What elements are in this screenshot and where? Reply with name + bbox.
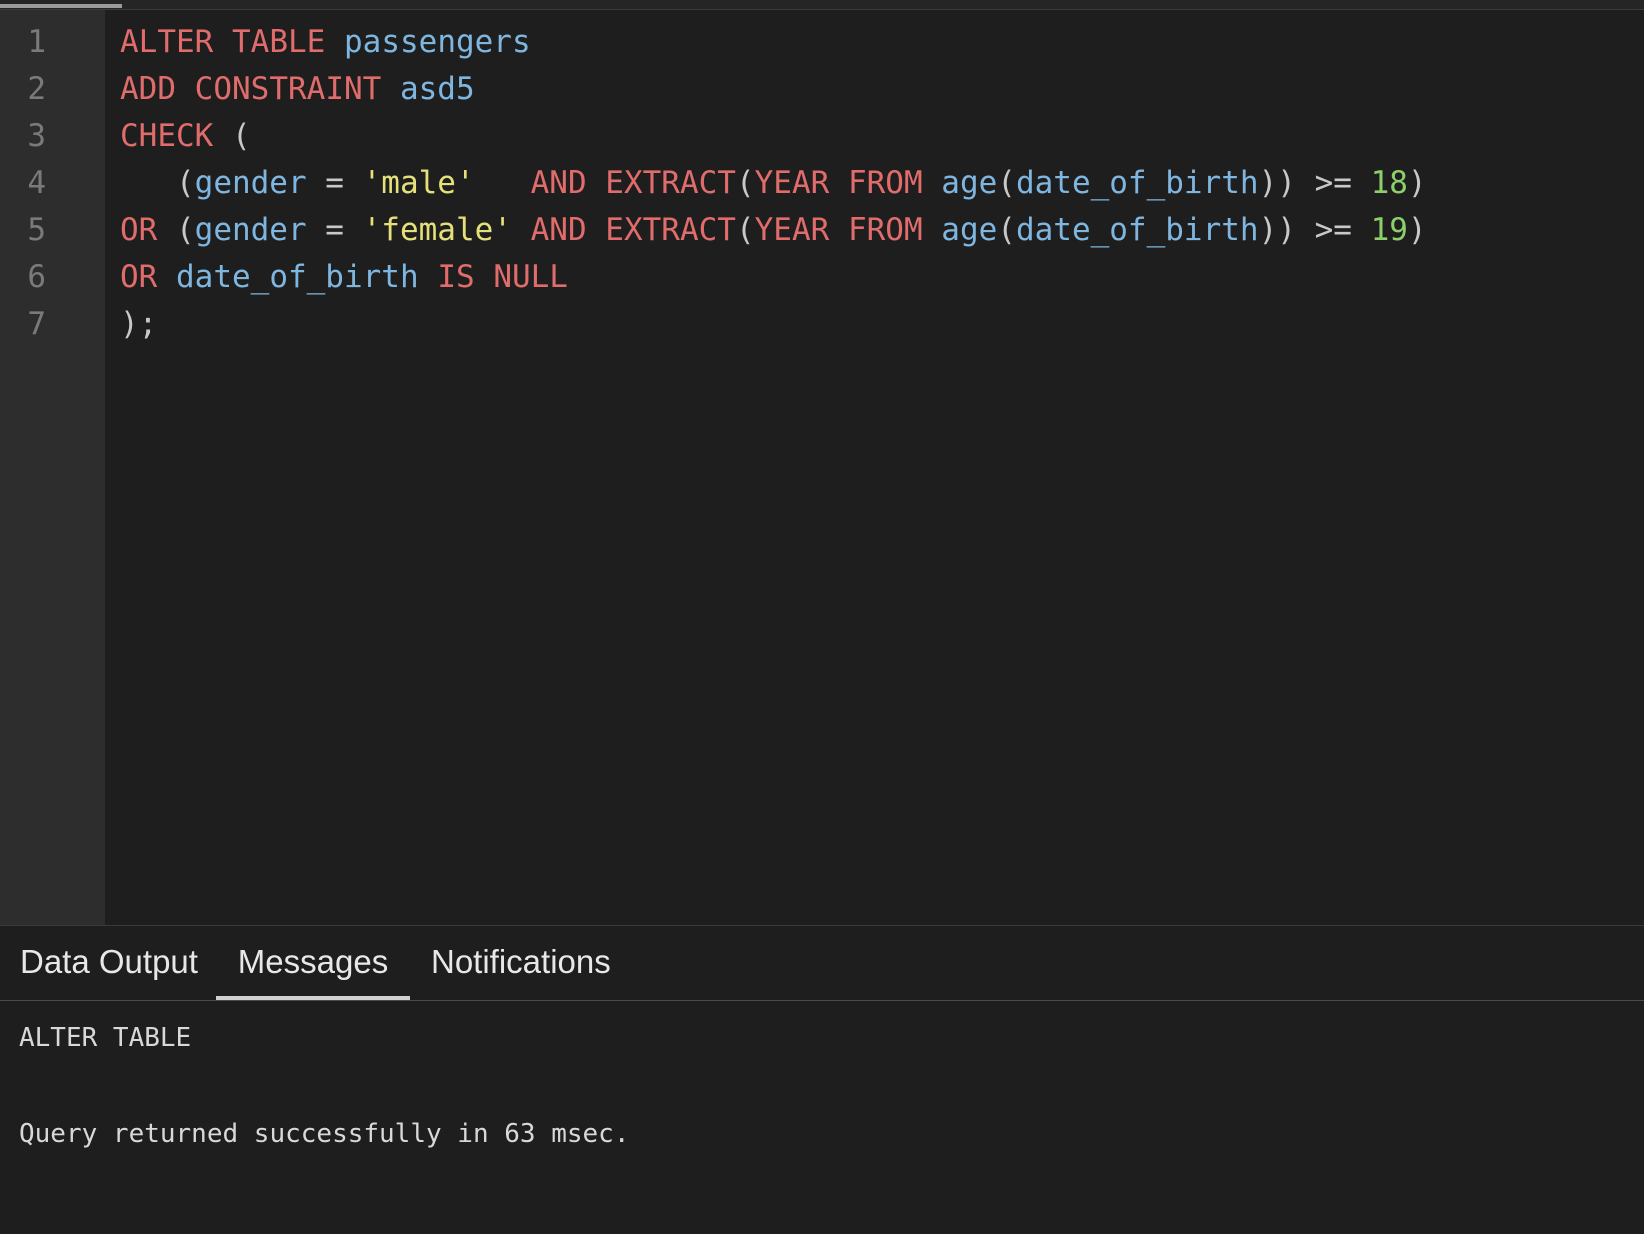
sql-identifier: age bbox=[941, 212, 998, 248]
sql-punctuation bbox=[923, 165, 942, 201]
active-editor-tab-indicator[interactable] bbox=[0, 4, 122, 8]
code-line[interactable]: ADD CONSTRAINT asd5 bbox=[120, 66, 475, 113]
sql-keyword: ALTER bbox=[120, 24, 214, 60]
sql-identifier: gender bbox=[194, 165, 307, 201]
sql-punctuation bbox=[419, 259, 438, 295]
sql-punctuation bbox=[923, 212, 942, 248]
line-number: 5 bbox=[27, 212, 46, 248]
sql-identifier: gender bbox=[194, 212, 307, 248]
messages-panel: ALTER TABLE Query returned successfully … bbox=[0, 1001, 1644, 1234]
message-status: Query returned successfully in 63 msec. bbox=[19, 1119, 630, 1149]
sql-identifier: age bbox=[941, 165, 998, 201]
sql-punctuation: = bbox=[306, 212, 363, 248]
sql-punctuation: ); bbox=[120, 306, 158, 342]
sql-keyword: YEAR bbox=[754, 165, 830, 201]
sql-keyword: CONSTRAINT bbox=[194, 71, 382, 107]
line-number: 6 bbox=[27, 259, 46, 295]
line-number-gutter: 1 2 3 4 5 6 7 bbox=[0, 10, 105, 925]
message-command: ALTER TABLE bbox=[19, 1023, 192, 1053]
code-line[interactable]: OR date_of_birth IS NULL bbox=[120, 254, 568, 301]
tab-messages[interactable]: Messages bbox=[216, 926, 410, 1000]
line-number: 3 bbox=[27, 118, 46, 154]
sql-keyword: AND bbox=[530, 165, 587, 201]
line-number: 4 bbox=[27, 165, 46, 201]
sql-keyword: OR bbox=[120, 212, 158, 248]
sql-keyword: CHECK bbox=[120, 118, 214, 154]
sql-keyword: EXTRACT bbox=[605, 165, 736, 201]
sql-punctuation: ( bbox=[157, 212, 195, 248]
sql-keyword: TABLE bbox=[232, 24, 326, 60]
sql-editor[interactable]: 1 2 3 4 5 6 7 ALTER TABLE passengers ADD… bbox=[0, 10, 1644, 925]
sql-punctuation bbox=[475, 165, 531, 201]
sql-punctuation bbox=[325, 24, 344, 60]
sql-punctuation bbox=[512, 212, 531, 248]
sql-keyword: IS bbox=[437, 259, 475, 295]
sql-punctuation: ( bbox=[735, 165, 755, 201]
sql-punctuation: ( bbox=[120, 165, 195, 201]
sql-punctuation: ( bbox=[735, 212, 755, 248]
sql-punctuation bbox=[381, 71, 400, 107]
code-line[interactable]: ALTER TABLE passengers bbox=[120, 19, 531, 66]
sql-keyword: ADD bbox=[120, 71, 176, 107]
line-number: 1 bbox=[27, 24, 46, 60]
sql-punctuation: ) bbox=[1407, 165, 1427, 201]
sql-punctuation bbox=[587, 212, 606, 248]
sql-keyword: NULL bbox=[493, 259, 568, 295]
output-tab-bar: Data Output Messages Notifications bbox=[0, 925, 1644, 1001]
sql-punctuation: )) >= bbox=[1258, 212, 1371, 248]
sql-punctuation bbox=[213, 24, 232, 60]
code-line[interactable]: CHECK ( bbox=[120, 113, 251, 160]
line-number: 2 bbox=[27, 71, 46, 107]
sql-keyword: OR bbox=[120, 259, 158, 295]
sql-keyword: EXTRACT bbox=[605, 212, 736, 248]
sql-identifier: date_of_birth bbox=[176, 259, 419, 295]
tab-notifications[interactable]: Notifications bbox=[411, 926, 631, 1000]
sql-punctuation: )) >= bbox=[1258, 165, 1371, 201]
sql-punctuation: ( bbox=[997, 165, 1016, 201]
sql-keyword: FROM bbox=[847, 212, 923, 248]
sql-string: 'female' bbox=[362, 212, 512, 248]
sql-punctuation bbox=[176, 71, 195, 107]
sql-number: 19 bbox=[1370, 212, 1408, 248]
sql-keyword: AND bbox=[530, 212, 587, 248]
code-line[interactable]: (gender = 'male' AND EXTRACT(YEAR FROM a… bbox=[120, 160, 1427, 207]
sql-string: 'male' bbox=[362, 165, 475, 201]
code-line[interactable]: ); bbox=[120, 301, 157, 348]
sql-identifier: date_of_birth bbox=[1015, 165, 1259, 201]
sql-punctuation: = bbox=[306, 165, 363, 201]
editor-tab-strip bbox=[0, 0, 1644, 10]
tab-data-output[interactable]: Data Output bbox=[0, 926, 218, 1000]
sql-identifier: passengers bbox=[344, 24, 531, 60]
sql-punctuation bbox=[157, 259, 176, 295]
sql-punctuation bbox=[829, 165, 848, 201]
code-line[interactable]: OR (gender = 'female' AND EXTRACT(YEAR F… bbox=[120, 207, 1427, 254]
sql-number: 18 bbox=[1370, 165, 1408, 201]
sql-identifier: date_of_birth bbox=[1015, 212, 1259, 248]
sql-keyword: YEAR bbox=[754, 212, 830, 248]
sql-punctuation: ( bbox=[213, 118, 251, 154]
sql-punctuation bbox=[587, 165, 606, 201]
sql-punctuation: ( bbox=[997, 212, 1016, 248]
sql-punctuation bbox=[829, 212, 848, 248]
sql-punctuation: ) bbox=[1407, 212, 1427, 248]
sql-punctuation bbox=[475, 259, 494, 295]
line-number: 7 bbox=[27, 306, 46, 342]
sql-keyword: FROM bbox=[847, 165, 923, 201]
sql-identifier: asd5 bbox=[399, 71, 475, 107]
